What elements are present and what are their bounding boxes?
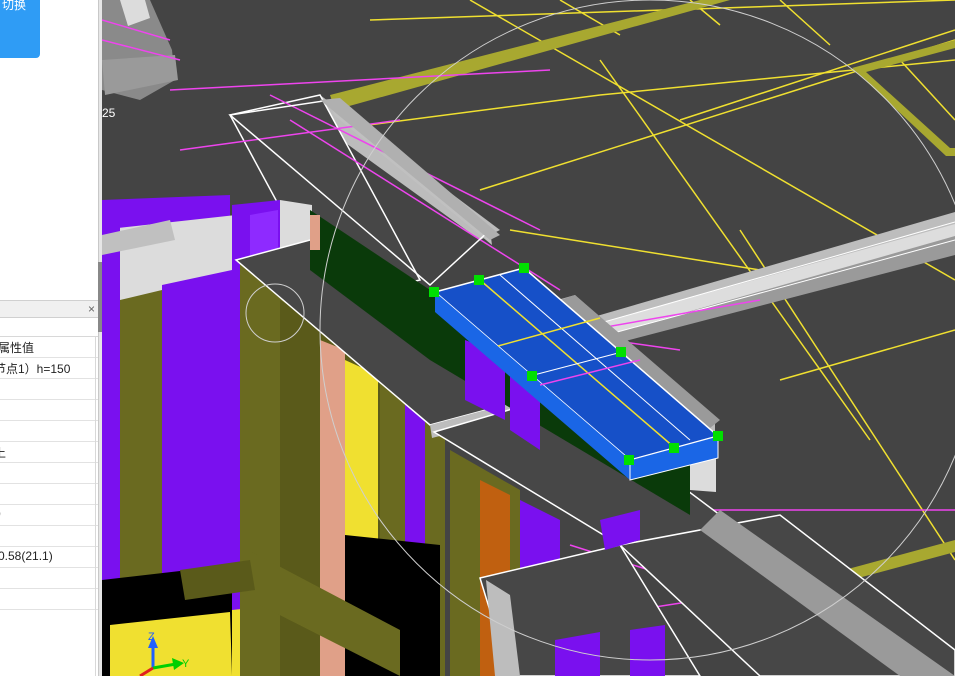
property-value: 上 [0,446,7,460]
table-row[interactable]: 0 [0,505,101,526]
property-value: 节点1）h=150 [0,362,71,376]
table-row[interactable] [0,400,101,421]
axis-z-label: Z [148,631,155,643]
value-column-header: 属性值 [0,341,35,355]
viewport-canvas[interactable]: Z Y [102,0,955,676]
property-value: -0.58(21.1) [0,549,53,563]
table-row[interactable] [0,589,101,610]
table-row[interactable] [0,421,101,442]
table-row[interactable] [0,526,101,547]
table-row[interactable]: 节点1）h=150 [0,358,101,379]
switch-button-label: 切换 [2,0,27,12]
table-row[interactable]: -0.58(21.1) [0,547,101,568]
axis-y-label: Y [182,658,190,670]
property-value: 0 [0,507,1,521]
property-table: 属性值 节点1）h=150 上 0 -0.58(21.1) [0,336,101,610]
table-row[interactable] [0,484,101,505]
panel-title-bar: × [0,300,101,318]
coordinate-readout: 25 [102,106,116,120]
properties-panel: 切换 × 属性值 节点1）h=150 上 0 -0.58(21.1) [0,0,101,676]
close-icon[interactable]: × [88,301,95,317]
3d-model-viewport[interactable]: Z Y 25 [102,0,955,676]
property-table-header: 属性值 [0,337,101,358]
table-row[interactable] [0,463,101,484]
switch-button[interactable]: 切换 [0,0,40,58]
table-row[interactable] [0,379,101,400]
column-divider [95,336,96,676]
table-row[interactable]: 上 [0,442,101,463]
table-row[interactable] [0,568,101,589]
